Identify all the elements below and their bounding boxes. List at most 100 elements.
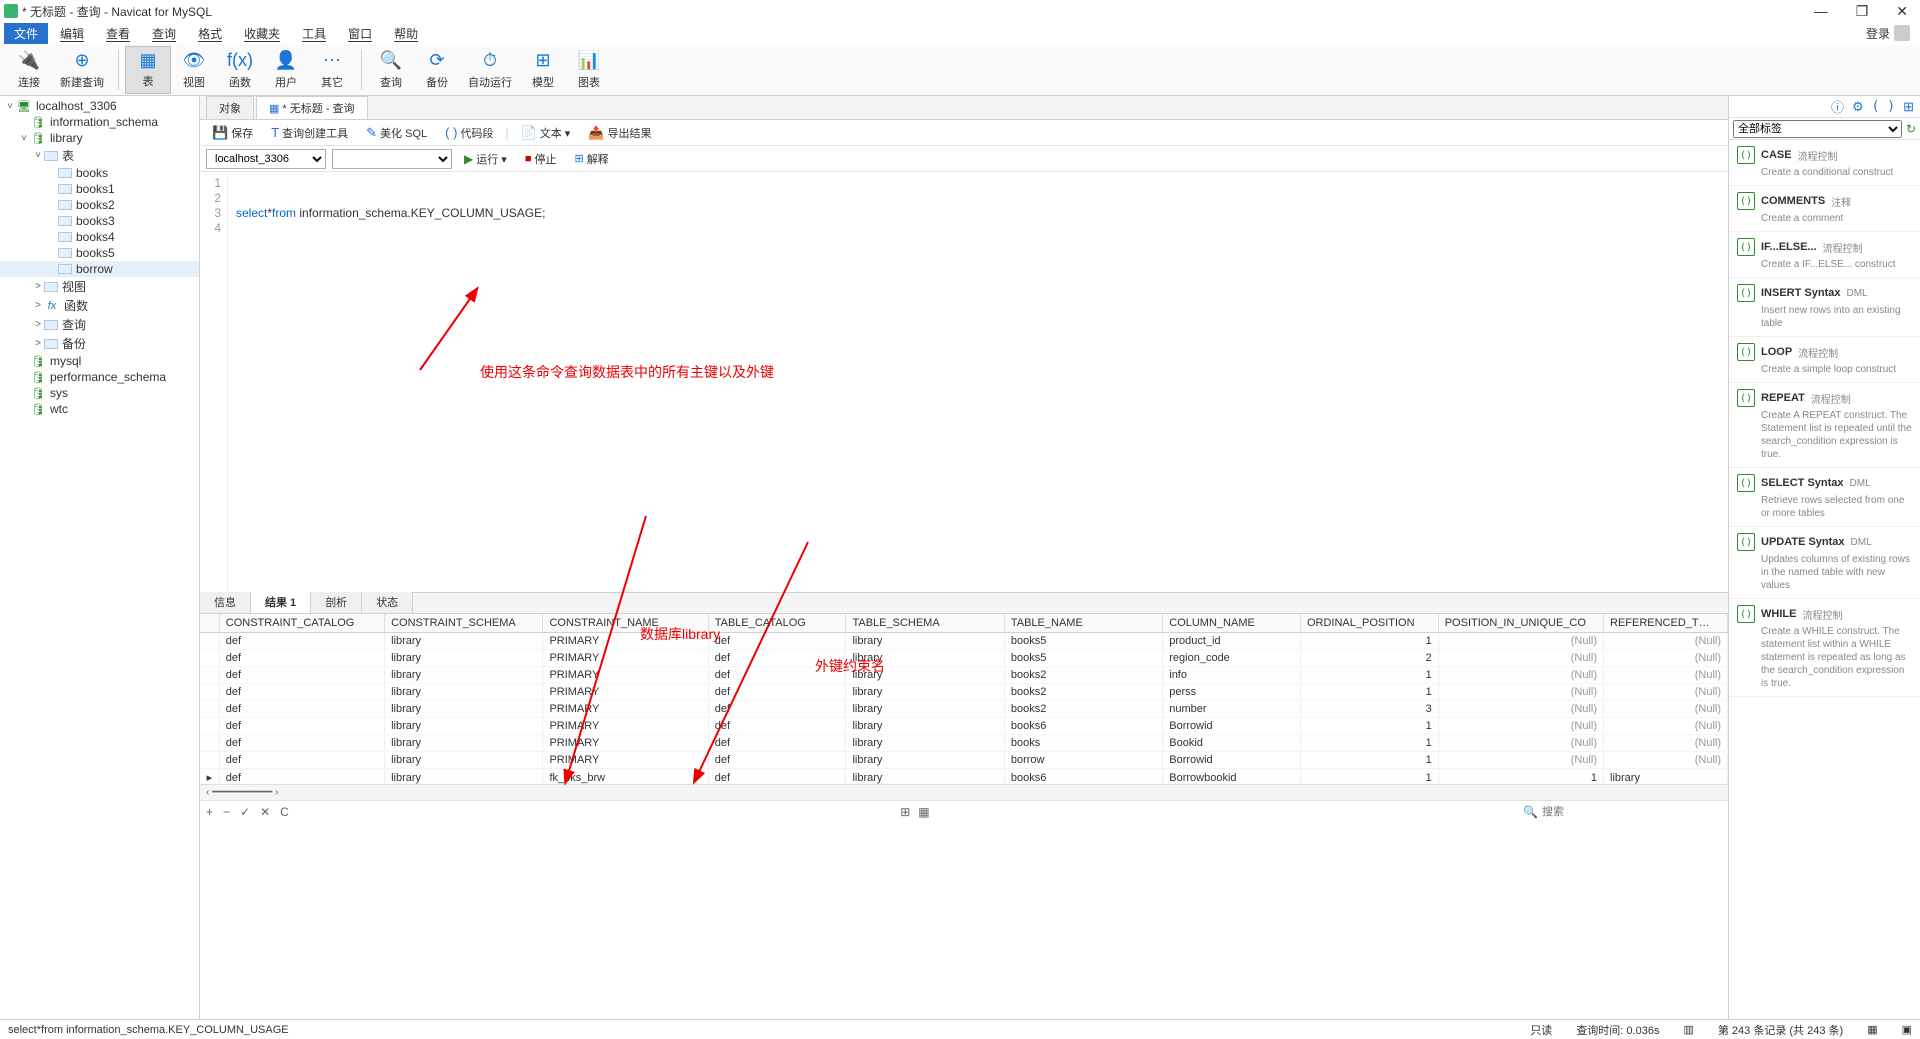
toolbar-表[interactable]: ▦表 <box>125 46 171 94</box>
cell[interactable]: 1 <box>1300 633 1438 650</box>
cell[interactable]: 1 <box>1300 667 1438 684</box>
cell[interactable]: def <box>708 684 846 701</box>
cell[interactable]: library <box>385 701 543 718</box>
minimize-button[interactable]: — <box>1806 3 1836 19</box>
status-grid-icon[interactable]: ▦ <box>1867 1023 1877 1036</box>
cell[interactable]: def <box>708 650 846 667</box>
grid-scroll[interactable]: ‹ ━━━━━━━━━━ › <box>200 784 1728 800</box>
cell[interactable]: number <box>1163 701 1301 718</box>
sql-tool-6[interactable]: 📤导出结果 <box>582 123 657 143</box>
cell[interactable]: library <box>385 633 543 650</box>
run-button[interactable]: ▶运行 ▾ <box>458 149 513 169</box>
tree-table-books3[interactable]: books3 <box>0 213 199 229</box>
cell[interactable]: library <box>385 718 543 735</box>
cell[interactable]: (Null) <box>1604 667 1728 684</box>
menu-1[interactable]: 编辑 <box>50 23 94 44</box>
snippet-0[interactable]: ()CASE 流程控制Create a conditional construc… <box>1729 140 1920 186</box>
sql-tool-3[interactable]: ( )代码段 <box>439 123 499 143</box>
cell[interactable]: books6 <box>1004 769 1162 785</box>
tree-folder-备份[interactable]: ˃备份 <box>0 334 199 353</box>
toolbar-视图[interactable]: 👁视图 <box>171 46 217 94</box>
cell[interactable]: books2 <box>1004 667 1162 684</box>
cell[interactable]: (Null) <box>1438 752 1603 769</box>
result-tab-0[interactable]: 信息 <box>199 590 251 613</box>
result-tab-2[interactable]: 剖析 <box>310 590 362 613</box>
login-link[interactable]: 登录 <box>1866 25 1890 42</box>
tree-db-information_schema[interactable]: 🛢information_schema <box>0 114 199 130</box>
col-header[interactable]: REFERENCED_T… <box>1604 614 1728 633</box>
cell[interactable]: 1 <box>1300 735 1438 752</box>
cell[interactable]: library <box>846 718 1004 735</box>
cell[interactable]: (Null) <box>1438 718 1603 735</box>
grid-form-icon[interactable]: ▦ <box>918 805 929 819</box>
cell[interactable]: 1 <box>1300 769 1438 785</box>
sql-editor[interactable]: 1234 select*from information_schema.KEY_… <box>200 172 1728 592</box>
cell[interactable]: (Null) <box>1604 718 1728 735</box>
cell[interactable]: PRIMARY <box>543 650 708 667</box>
sql-tool-1[interactable]: T查询创建工具 <box>265 123 354 143</box>
tab-1[interactable]: ▦* 无标题 - 查询 <box>256 96 368 119</box>
toolbar-用户[interactable]: 👤用户 <box>263 46 309 94</box>
cell[interactable]: def <box>708 633 846 650</box>
toolbar-模型[interactable]: ⊞模型 <box>520 46 566 94</box>
cell[interactable]: library <box>385 752 543 769</box>
info-icon[interactable]: ⓘ <box>1831 97 1844 116</box>
snippet-1[interactable]: ()COMMENTS 注释Create a comment <box>1729 186 1920 232</box>
tree-toggle-icon[interactable]: ˃ <box>32 338 44 349</box>
table-row[interactable]: deflibraryPRIMARYdeflibrarybooks2number3… <box>200 701 1728 718</box>
snippet-2[interactable]: ()IF...ELSE... 流程控制Create a IF...ELSE...… <box>1729 232 1920 278</box>
cell[interactable]: region_code <box>1163 650 1301 667</box>
tree-toggle-icon[interactable]: ˃ <box>32 319 44 330</box>
menu-6[interactable]: 工具 <box>292 23 336 44</box>
tree-table-books5[interactable]: books5 <box>0 245 199 261</box>
tree-db-mysql[interactable]: 🛢mysql <box>0 353 199 369</box>
menu-0[interactable]: 文件 <box>4 23 48 44</box>
cell[interactable]: def <box>708 769 846 785</box>
result-grid[interactable]: CONSTRAINT_CATALOGCONSTRAINT_SCHEMACONST… <box>200 614 1728 784</box>
table-row[interactable]: ▸deflibraryfk_bks_brwdeflibrarybooks6Bor… <box>200 769 1728 785</box>
avatar-icon[interactable] <box>1894 25 1910 41</box>
cell[interactable]: PRIMARY <box>543 701 708 718</box>
cell[interactable]: (Null) <box>1438 633 1603 650</box>
grid-search-input[interactable] <box>1542 806 1722 818</box>
grid-btn-✕[interactable]: ✕ <box>260 805 270 819</box>
explain-button[interactable]: ⊞解释 <box>568 149 614 169</box>
cell[interactable]: perss <box>1163 684 1301 701</box>
tree-folder-视图[interactable]: ˃视图 <box>0 277 199 296</box>
menu-7[interactable]: 窗口 <box>338 23 382 44</box>
cell[interactable]: library <box>385 684 543 701</box>
toolbar-自动运行[interactable]: ⏱自动运行 <box>460 46 520 94</box>
menu-3[interactable]: 查询 <box>142 23 186 44</box>
connection-select[interactable]: localhost_3306 <box>206 149 326 169</box>
stop-button[interactable]: ■停止 <box>519 149 563 169</box>
cell[interactable]: library <box>846 701 1004 718</box>
menu-4[interactable]: 格式 <box>188 23 232 44</box>
menu-5[interactable]: 收藏夹 <box>234 23 290 44</box>
cell[interactable]: def <box>219 701 384 718</box>
cell[interactable]: library <box>385 769 543 785</box>
tree-db-library[interactable]: ˅🛢library <box>0 130 199 146</box>
cell[interactable]: info <box>1163 667 1301 684</box>
cell[interactable]: books <box>1004 735 1162 752</box>
cell[interactable]: PRIMARY <box>543 718 708 735</box>
cell[interactable]: 2 <box>1300 650 1438 667</box>
table-row[interactable]: deflibraryPRIMARYdeflibrarybooks2info1(N… <box>200 667 1728 684</box>
cell[interactable]: def <box>219 752 384 769</box>
menu-8[interactable]: 帮助 <box>384 23 428 44</box>
snippet-5[interactable]: ()REPEAT 流程控制Create A REPEAT construct. … <box>1729 383 1920 468</box>
tree-table-books2[interactable]: books2 <box>0 197 199 213</box>
cell[interactable]: fk_bks_brw <box>543 769 708 785</box>
snippet-3[interactable]: ()INSERT Syntax DMLInsert new rows into … <box>1729 278 1920 337</box>
toolbar-新建查询[interactable]: ⊕新建查询 <box>52 46 112 94</box>
toolbar-函数[interactable]: f(x)函数 <box>217 46 263 94</box>
cell[interactable]: books5 <box>1004 633 1162 650</box>
close-button[interactable]: ✕ <box>1888 3 1916 20</box>
col-header[interactable]: CONSTRAINT_CATALOG <box>219 614 384 633</box>
cell[interactable]: PRIMARY <box>543 752 708 769</box>
tag-filter-select[interactable]: 全部标签 <box>1733 120 1902 138</box>
cell[interactable]: (Null) <box>1438 684 1603 701</box>
grid-btn-C[interactable]: C <box>280 805 289 819</box>
table-row[interactable]: deflibraryPRIMARYdeflibrarybooksBookid1(… <box>200 735 1728 752</box>
cell[interactable]: (Null) <box>1604 701 1728 718</box>
toolbar-其它[interactable]: ⋯其它 <box>309 46 355 94</box>
